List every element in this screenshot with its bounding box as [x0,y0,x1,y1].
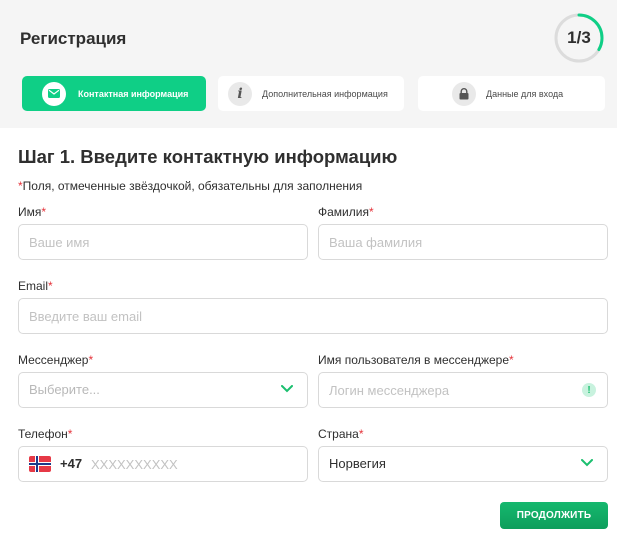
messenger-select-placeholder: Выберите... [29,382,100,397]
label-text: Страна [318,427,359,441]
required-star: * [48,279,53,293]
email-label: Email* [18,279,53,293]
label-text: Мессенджер [18,353,89,367]
warning-icon: ! [582,383,596,397]
continue-button[interactable]: ПРОДОЛЖИТЬ [500,502,608,529]
label-text: Имя пользователя в мессенджере [318,353,510,367]
required-star: * [509,353,514,367]
messenger-select[interactable]: Выберите... [18,372,308,408]
required-star: * [368,205,374,219]
progress-indicator: 1/3 [553,12,605,64]
last-name-input[interactable] [329,225,577,259]
header-area: Регистрация 1/3 Контактная информация i … [0,0,617,128]
country-select-value: Норвегия [329,456,386,471]
required-star: * [88,353,94,367]
phone-label: Телефон* [18,427,72,441]
messenger-username-label: Имя пользователя в мессенджере* [318,353,514,367]
required-star: * [358,427,364,441]
email-field [18,298,608,334]
last-name-field [318,224,608,260]
label-text: Телефон [18,427,68,441]
chevron-down-icon [581,459,593,467]
required-note-text: Поля, отмеченные звёздочкой, обязательны… [22,179,363,193]
phone-input[interactable] [91,447,291,481]
step-tab-additional[interactable]: i Дополнительная информация [218,76,404,111]
email-input[interactable] [29,299,577,333]
step-label: Контактная информация [78,88,189,99]
chevron-down-icon [281,385,293,393]
country-label: Страна* [318,427,363,441]
last-name-label: Фамилия* [318,205,374,219]
step-label: Данные для входа [486,88,564,99]
required-note: *Поля, отмеченные звёздочкой, обязательн… [18,179,362,193]
info-icon: i [228,81,252,106]
label-text: Имя [18,205,42,219]
messenger-username-input[interactable] [329,373,577,407]
progress-text: 1/3 [567,28,591,47]
first-name-input[interactable] [29,225,277,259]
first-name-field [18,224,308,260]
required-star: * [41,205,47,219]
norway-flag-icon[interactable] [29,456,51,472]
phone-country-code: +47 [60,456,83,471]
phone-field: +47 [18,446,308,482]
page-title: Регистрация [20,29,127,48]
messenger-label: Мессенджер* [18,353,93,367]
form-heading: Шаг 1. Введите контактную информацию [18,146,398,167]
required-star: * [67,427,73,441]
label-text: Email [18,279,49,293]
country-select[interactable]: Норвегия [318,446,608,482]
label-text: Фамилия [318,205,369,219]
step-tab-login[interactable]: Данные для входа [418,76,605,111]
envelope-icon [42,81,66,106]
step-label: Дополнительная информация [262,88,388,99]
lock-icon [452,81,476,106]
step-tab-contact[interactable]: Контактная информация [22,76,206,111]
first-name-label: Имя* [18,205,46,219]
messenger-username-field: ! [318,372,608,408]
